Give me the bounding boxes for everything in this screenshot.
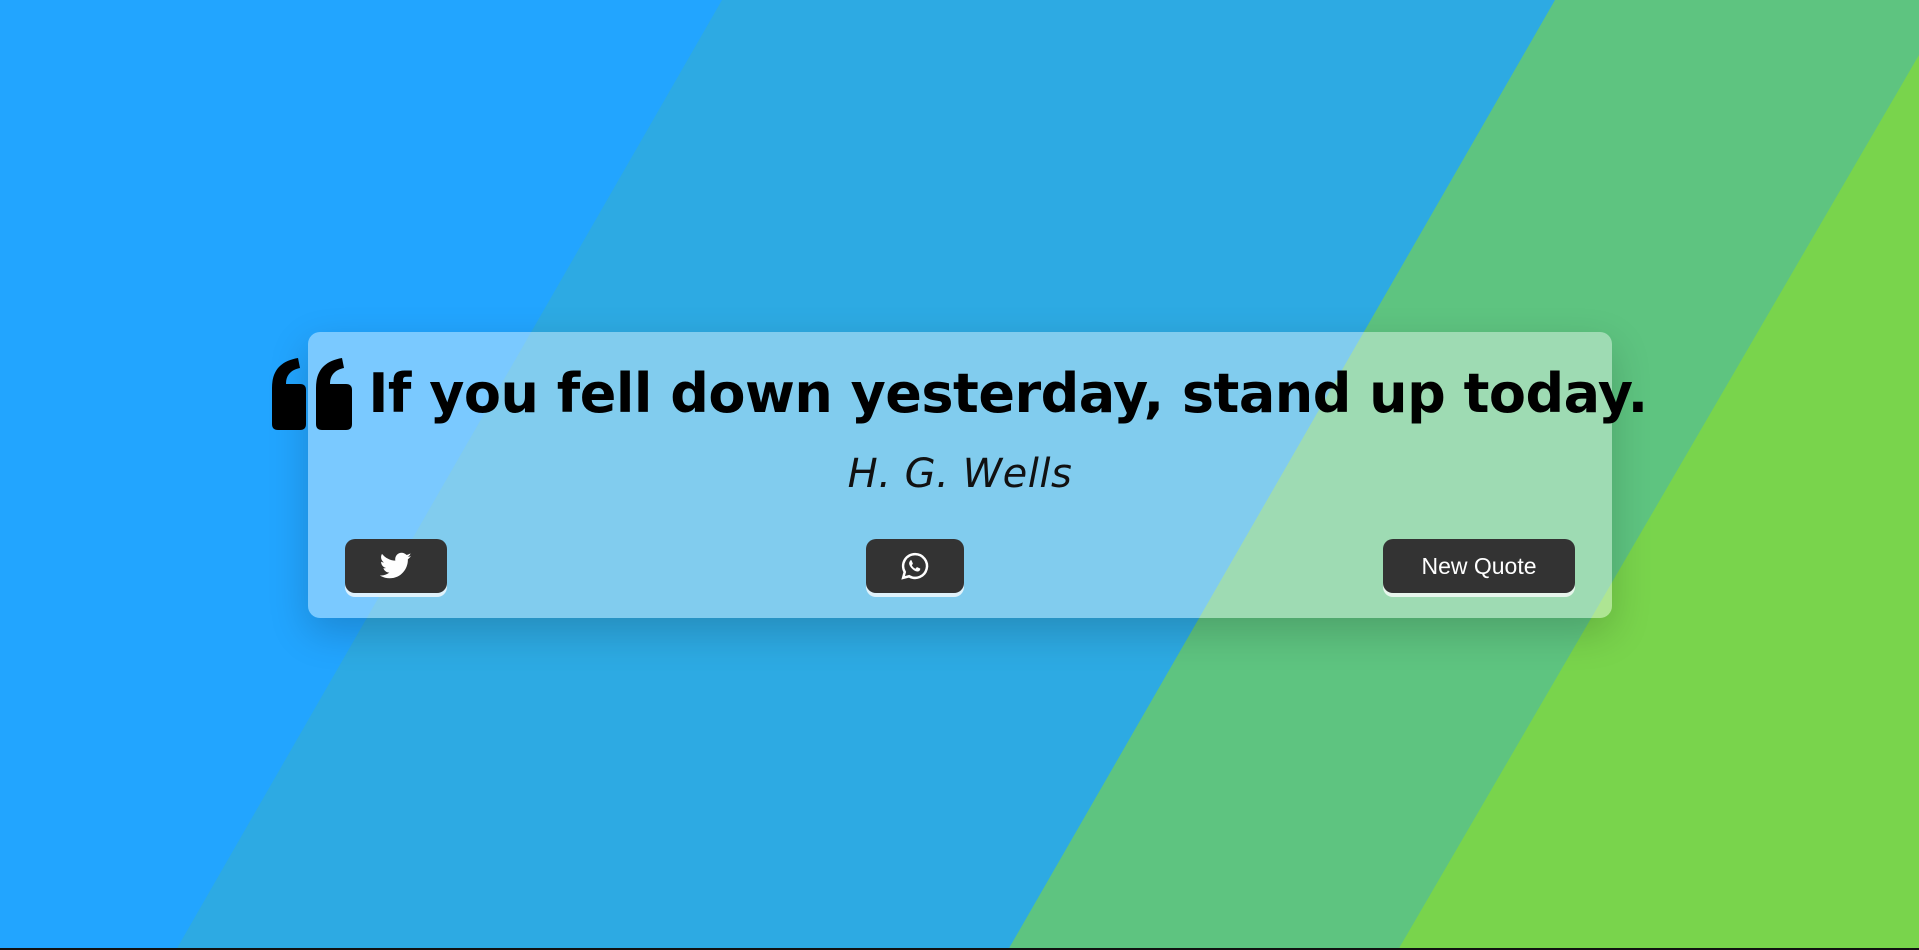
whatsapp-icon xyxy=(900,551,930,581)
tweet-button[interactable] xyxy=(345,539,447,593)
quote-row: If you fell down yesterday, stand up tod… xyxy=(272,358,1648,430)
quote-author: H. G. Wells xyxy=(847,451,1073,497)
quote-card: If you fell down yesterday, stand up tod… xyxy=(272,332,1648,618)
quote-text: If you fell down yesterday, stand up tod… xyxy=(368,361,1648,425)
button-row: New Quote xyxy=(345,538,1575,594)
whatsapp-button[interactable] xyxy=(866,539,964,593)
new-quote-button[interactable]: New Quote xyxy=(1383,539,1575,593)
twitter-icon xyxy=(380,552,412,580)
quote-left-icon xyxy=(272,358,353,430)
